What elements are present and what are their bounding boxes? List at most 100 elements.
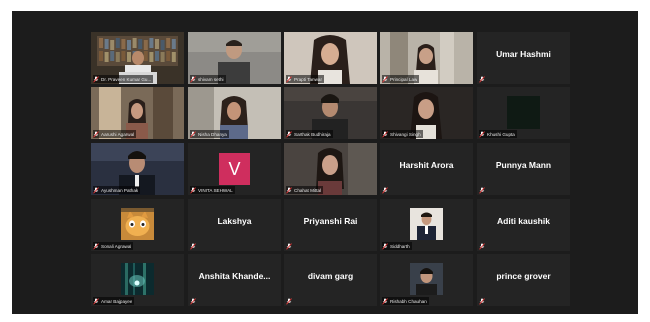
name-label-bar: Principal Law	[382, 75, 420, 83]
participant-tile[interactable]: prince grover	[477, 254, 570, 306]
name-label-bar	[479, 75, 489, 83]
participant-caption: Principal Law	[390, 76, 418, 82]
participant-name: Punnya Mann	[495, 160, 552, 170]
participant-tile[interactable]: Amar Bajpayee	[91, 254, 184, 306]
participant-tile[interactable]: Nisha Dhanya	[188, 87, 281, 139]
muted-mic-icon	[190, 130, 196, 138]
participant-tile[interactable]: Chahat Mittal	[284, 143, 377, 195]
name-label-bar	[382, 186, 392, 194]
muted-mic-icon	[382, 186, 388, 194]
profile-picture	[121, 263, 154, 300]
participant-tile[interactable]: Principal Law	[380, 32, 473, 84]
participant-name: Lakshya	[217, 216, 252, 226]
name-label-bar: Nisha Dhanya	[190, 130, 229, 138]
participant-tile[interactable]: V VINITA SEHWAL	[188, 143, 281, 195]
participant-tile[interactable]: shivam sethi	[188, 32, 281, 84]
muted-mic-icon	[286, 130, 292, 138]
participant-tile[interactable]: Lakshya	[188, 199, 281, 251]
participant-caption: Ayushman Pathak	[101, 187, 139, 193]
name-label-bar: Dr. Praveen Kumar Gu...	[93, 75, 154, 83]
participant-tile[interactable]: Anshita Khande...	[188, 254, 281, 306]
muted-mic-icon	[479, 75, 485, 83]
participant-name: Priyanshi Rai	[303, 216, 358, 226]
participant-caption: Shivangi Singh	[390, 131, 421, 137]
participant-caption: Siddharth	[390, 243, 410, 249]
participant-caption: Rishabh Chauhan	[390, 298, 427, 304]
muted-mic-icon	[93, 130, 99, 138]
muted-mic-icon	[93, 242, 99, 250]
participant-tile[interactable]: Shivangi Singh	[380, 87, 473, 139]
participant-caption: Aarushi Agarwal	[101, 131, 135, 137]
muted-mic-icon	[93, 186, 99, 194]
name-label-bar: Prapti Tanwar	[286, 75, 325, 83]
participant-caption: Prapti Tanwar	[294, 76, 323, 82]
muted-mic-icon	[382, 242, 388, 250]
participant-tile[interactable]: Rishabh Chauhan	[380, 254, 473, 306]
participant-caption: shivam sethi	[198, 76, 224, 82]
participant-name: prince grover	[496, 271, 551, 281]
muted-mic-icon	[286, 242, 292, 250]
muted-mic-icon	[286, 75, 292, 83]
participant-tile[interactable]: Harshit Arora	[380, 143, 473, 195]
muted-mic-icon	[479, 130, 485, 138]
muted-mic-icon	[190, 297, 196, 305]
avatar: V	[219, 153, 250, 185]
name-label-bar	[479, 186, 489, 194]
participant-name: Anshita Khande...	[198, 271, 271, 281]
muted-mic-icon	[190, 186, 196, 194]
name-label-bar: Khushi Gupta	[479, 130, 517, 138]
muted-mic-icon	[286, 186, 292, 194]
name-label-bar: Chahat Mittal	[286, 186, 324, 194]
avatar	[507, 96, 540, 129]
participant-tile[interactable]: Umar Hashmi	[477, 32, 570, 84]
name-label-bar: Rishabh Chauhan	[382, 297, 429, 305]
participant-tile[interactable]: Sonali Agrawal	[91, 199, 184, 251]
muted-mic-icon	[382, 75, 388, 83]
participant-tile[interactable]: divam garg	[284, 254, 377, 306]
video-gallery: Dr. Praveen Kumar Gu... shivam sethi Prapt…	[12, 11, 638, 314]
name-label-bar	[190, 242, 200, 250]
name-label-bar: Amar Bajpayee	[93, 297, 135, 305]
name-label-bar: Ayushman Pathak	[93, 186, 141, 194]
name-label-bar: Siddharth	[382, 242, 412, 250]
participant-caption: Khushi Gupta	[487, 131, 515, 137]
participant-tile[interactable]: Aarushi Agarwal	[91, 87, 184, 139]
participant-name: divam garg	[307, 271, 354, 281]
participant-tile[interactable]: Ayushman Pathak	[91, 143, 184, 195]
participant-tile[interactable]: Priyanshi Rai	[284, 199, 377, 251]
participant-caption: Sarthak Budhiraja	[294, 131, 331, 137]
name-label-bar: Sarthak Budhiraja	[286, 130, 333, 138]
name-label-bar	[479, 242, 489, 250]
name-label-bar: VINITA SEHWAL	[190, 186, 235, 194]
muted-mic-icon	[479, 242, 485, 250]
participant-tile[interactable]: Aditi kaushik	[477, 199, 570, 251]
participant-tile[interactable]: Prapti Tanwar	[284, 32, 377, 84]
name-label-bar	[286, 242, 296, 250]
participant-tile[interactable]: Punnya Mann	[477, 143, 570, 195]
muted-mic-icon	[190, 75, 196, 83]
participant-name: Aditi kaushik	[497, 216, 550, 226]
participant-tile[interactable]: Siddharth	[380, 199, 473, 251]
participant-caption: Amar Bajpayee	[101, 298, 133, 304]
name-label-bar: shivam sethi	[190, 75, 226, 83]
muted-mic-icon	[190, 242, 196, 250]
participant-tile[interactable]: Sarthak Budhiraja	[284, 87, 377, 139]
profile-picture	[410, 263, 443, 300]
profile-picture	[121, 208, 154, 245]
muted-mic-icon	[382, 130, 388, 138]
profile-picture	[410, 208, 443, 245]
muted-mic-icon	[93, 75, 99, 83]
participant-caption: Sonali Agrawal	[101, 243, 132, 249]
participant-caption: VINITA SEHWAL	[198, 187, 233, 193]
participant-caption: Nisha Dhanya	[198, 131, 227, 137]
name-label-bar: Shivangi Singh	[382, 130, 423, 138]
name-label-bar	[479, 297, 489, 305]
participant-caption: Dr. Praveen Kumar Gu...	[101, 76, 152, 82]
participant-tile[interactable]: Dr. Praveen Kumar Gu...	[91, 32, 184, 84]
name-label-bar	[190, 297, 200, 305]
participant-name: Harshit Arora	[399, 160, 454, 170]
muted-mic-icon	[286, 297, 292, 305]
participant-tile[interactable]: Khushi Gupta	[477, 87, 570, 139]
muted-mic-icon	[382, 297, 388, 305]
muted-mic-icon	[93, 297, 99, 305]
